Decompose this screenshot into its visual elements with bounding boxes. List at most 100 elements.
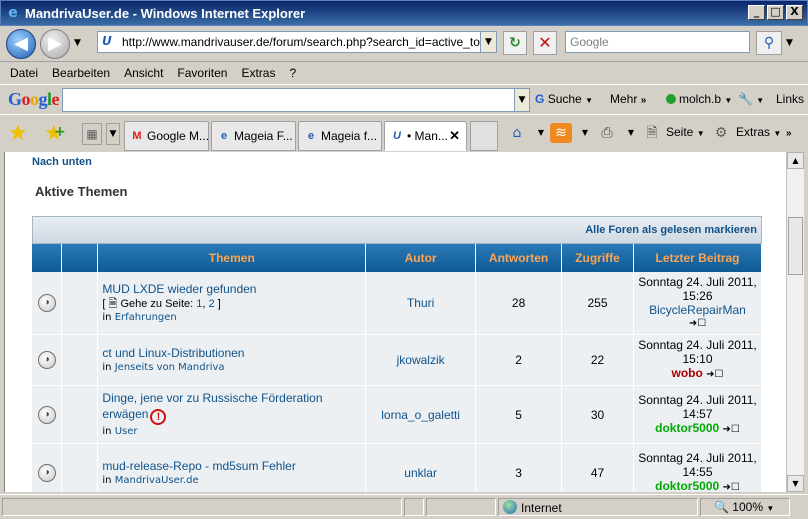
vertical-scrollbar[interactable]: ▲ ▼ [786,152,804,492]
home-dropdown-icon[interactable]: ▼ [530,123,552,143]
views-count: 22 [561,334,634,386]
search-input[interactable]: Google [565,31,750,53]
zoom-icon: 🔍 [714,500,729,514]
stop-icon[interactable]: ✕ [533,31,557,55]
quick-tabs-icon[interactable]: ▦ [82,123,102,145]
google-search-input[interactable] [62,88,516,112]
pagination-bracket-close: ] [217,298,221,310]
close-button[interactable]: X [786,5,803,20]
tab-label: Mageia F... [234,129,293,143]
print-icon[interactable]: ⎙ [596,123,618,143]
goto-last-post-icon[interactable]: ➜☐ [723,424,740,435]
feed-dropdown-icon[interactable]: ▼ [574,123,596,143]
menu-bearbeiten[interactable]: Bearbeiten [52,66,110,80]
goto-last-post-icon[interactable]: ➜☐ [634,317,761,331]
back-button[interactable]: ◀ [6,29,36,59]
address-field[interactable]: U http://www.mandrivauser.de/forum/searc… [97,31,497,53]
goto-last-post-icon[interactable]: ➜☐ [706,369,723,380]
header-replies: Antworten [475,244,563,272]
mark-all-read-link[interactable]: Alle Foren als gelesen markieren [585,224,757,236]
google-settings-button[interactable]: 🔧 ▼ [738,92,764,106]
tab-label: Google M... [147,129,209,143]
address-url[interactable]: http://www.mandrivauser.de/forum/search.… [122,35,480,49]
topic-title-link[interactable]: ct und Linux-Distributionen [102,345,361,361]
refresh-icon[interactable]: ↻ [503,31,527,55]
topic-forum: in Jenseits von Mandriva [102,361,361,375]
topic-read-icon: ◑ [37,405,56,424]
zone-label: Internet [521,501,562,515]
toolbar-overflow-icon[interactable]: » [786,125,792,139]
forum-link[interactable]: Erfahrungen [115,312,177,323]
goto-last-post-icon[interactable]: ➜☐ [723,482,740,493]
topic-blank-cell [61,385,99,444]
zoom-label: 100% [732,500,763,514]
rss-feed-icon[interactable]: ≋ [550,123,572,143]
tab-label: • Man... [407,129,448,143]
topic-title-link[interactable]: MUD LXDE wieder gefunden [102,281,361,297]
security-zone[interactable]: Internet [503,500,562,515]
author-link[interactable]: unklar [365,443,477,492]
menu-ansicht[interactable]: Ansicht [124,66,163,80]
tab-mandrivauser[interactable]: U • Man... ✕ [384,121,467,151]
links-button[interactable]: Links [776,92,804,106]
address-toolbar: ◀ ▶ ▼ U http://www.mandrivauser.de/forum… [0,26,808,62]
add-favorites-icon[interactable]: ★ [44,121,65,145]
maximize-button[interactable]: □ [767,5,784,20]
globe-icon [503,500,517,514]
topic-cell: Dinge, jene vor zu Russische Förderation… [97,385,367,444]
home-icon[interactable]: ⌂ [506,123,528,143]
last-post-cell: Sonntag 24. Juli 2011, 14:57 doktor5000 … [633,385,762,444]
topics-panel: Alle Foren als gelesen markieren Themen … [32,216,762,492]
tab-list-dropdown-icon[interactable]: ▼ [106,123,120,145]
minimize-button[interactable]: _ [748,5,765,20]
last-post-user[interactable]: doktor5000 [655,421,719,435]
close-tab-icon[interactable]: ✕ [449,128,460,144]
google-search-dropdown-icon[interactable]: ▼ [514,88,530,112]
forum-link[interactable]: User [115,426,138,437]
status-progress-area [404,498,424,516]
author-link[interactable]: jkowalzik [365,334,477,386]
search-options-dropdown-icon[interactable]: ▼ [786,38,793,48]
new-tab-button[interactable] [470,121,498,151]
google-account-button[interactable]: molch.b ▼ [666,92,732,106]
author-link[interactable]: lorna_o_galetti [365,385,477,444]
author-link[interactable]: Thuri [365,272,477,335]
tab-google-mail[interactable]: M Google M... [124,121,209,151]
status-text-area [2,498,402,516]
scroll-thumb[interactable] [788,217,803,275]
menu-favoriten[interactable]: Favoriten [177,66,227,80]
scroll-up-icon[interactable]: ▲ [787,152,804,169]
ie-logo-icon: e [8,5,18,21]
nav-down-link[interactable]: Nach unten [32,156,92,168]
menu-datei[interactable]: Datei [10,66,38,80]
menu-extras[interactable]: Extras [241,66,275,80]
forum-link[interactable]: MandrivaUser.de [115,475,199,486]
last-post-user[interactable]: BicycleRepairMan [649,303,746,317]
page-menu-button[interactable]: Seite ▼ [666,125,705,139]
tab-mageia-2[interactable]: e Mageia f... [298,121,382,151]
page-link-2[interactable]: 2 [209,298,215,310]
address-dropdown-icon[interactable]: ▼ [480,32,496,52]
in-label: in [102,474,112,486]
zoom-control[interactable]: 🔍 100% ▼ [714,500,774,514]
google-search-button[interactable]: G Suche ▼ [535,92,593,106]
topic-title-link[interactable]: mud-release-Repo - md5sum Fehler [102,458,361,474]
favorites-center-icon[interactable]: ★ [8,123,28,145]
tab-mageia-1[interactable]: e Mageia F... [211,121,296,151]
history-dropdown-icon[interactable]: ▼ [74,38,81,48]
page-link-1[interactable]: 1 [196,298,202,310]
search-icon[interactable]: ⚲ [756,31,782,55]
scroll-down-icon[interactable]: ▼ [787,475,804,492]
topic-cell: mud-release-Repo - md5sum Fehler in Mand… [97,443,367,492]
last-post-user[interactable]: doktor5000 [655,479,719,493]
topic-title-link[interactable]: Dinge, jene vor zu Russische Förderation… [102,390,361,425]
google-more-button[interactable]: Mehr » [610,92,646,106]
replies-count: 5 [475,385,563,444]
print-dropdown-icon[interactable]: ▼ [620,123,642,143]
forum-link[interactable]: Jenseits von Mandriva [115,362,225,373]
menu-help[interactable]: ? [289,66,296,80]
last-post-user[interactable]: wobo [671,366,702,380]
tools-menu-button[interactable]: Extras ▼ [736,125,781,139]
views-count: 47 [561,443,634,492]
forward-button[interactable]: ▶ [40,29,70,59]
